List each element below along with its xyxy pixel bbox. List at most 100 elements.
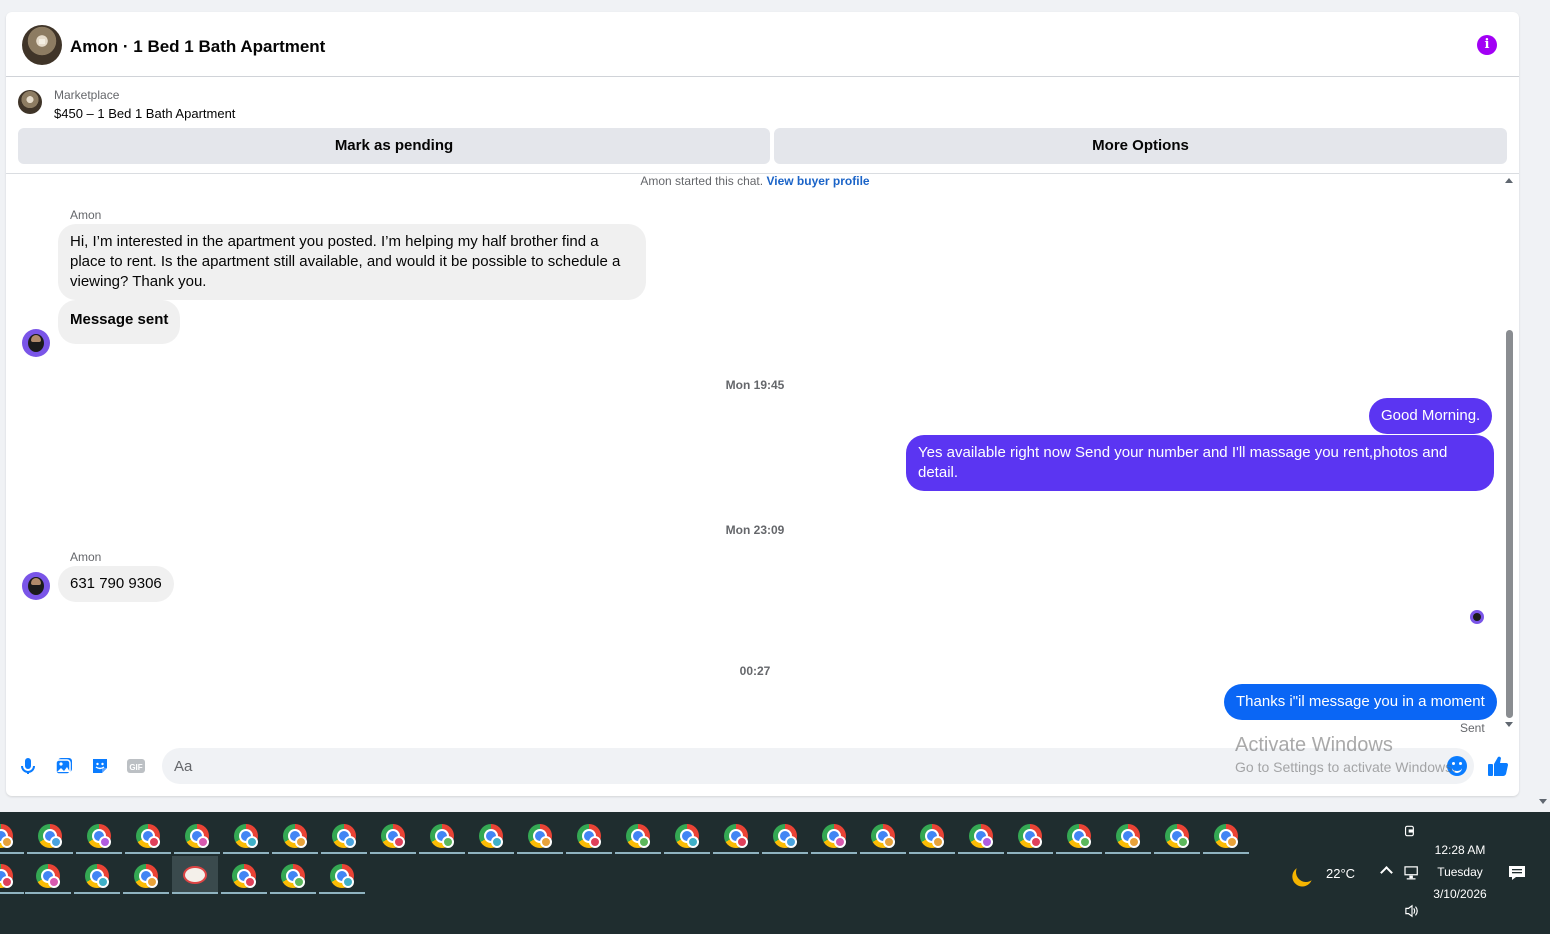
- profile-badge-icon: [148, 836, 160, 848]
- taskbar-app-chrome[interactable]: [909, 816, 955, 854]
- chat-header: Amon · 1 Bed 1 Bath Apartment i: [6, 12, 1519, 77]
- profile-badge-icon: [293, 876, 305, 888]
- profile-badge-icon: [540, 836, 552, 848]
- outgoing-message[interactable]: Yes available right now Send your number…: [906, 435, 1494, 491]
- taskbar-app-chrome[interactable]: [762, 816, 808, 854]
- profile-badge-icon: [1030, 836, 1042, 848]
- photo-icon[interactable]: [54, 756, 74, 776]
- windows-taskbar: 22°C 12:28 AM Tuesday 3/10/2026: [0, 812, 1550, 934]
- moon-icon[interactable]: [1293, 859, 1319, 885]
- timestamp: Mon 19:45: [725, 378, 785, 392]
- message-composer: GIF: [6, 748, 1519, 784]
- profile-badge-icon: [393, 836, 405, 848]
- info-icon[interactable]: i: [1477, 35, 1497, 55]
- taskbar-app-chrome[interactable]: [74, 856, 120, 894]
- taskbar-app-chrome[interactable]: [713, 816, 759, 854]
- thread-scrollbar[interactable]: [1503, 178, 1515, 733]
- taskbar-app-chrome[interactable]: [25, 856, 71, 894]
- taskbar-app-chrome[interactable]: [270, 856, 316, 894]
- profile-badge-icon: [1079, 836, 1091, 848]
- volume-icon[interactable]: [1403, 904, 1421, 918]
- taskbar-app-chrome[interactable]: [0, 856, 24, 894]
- outgoing-message[interactable]: Thanks i"il message you in a moment: [1224, 684, 1497, 720]
- taskbar-app-chrome[interactable]: [517, 816, 563, 854]
- taskbar-app-chrome[interactable]: [0, 816, 24, 854]
- gif-icon[interactable]: GIF: [126, 756, 146, 776]
- taskbar-app-paint[interactable]: [172, 856, 218, 894]
- view-buyer-profile-link[interactable]: View buyer profile: [766, 174, 869, 188]
- taskbar-app-chrome[interactable]: [221, 856, 267, 894]
- taskbar-app-chrome[interactable]: [566, 816, 612, 854]
- scroll-down-arrow[interactable]: [1505, 722, 1513, 727]
- taskbar-app-chrome[interactable]: [1203, 816, 1249, 854]
- listing-avatar[interactable]: [22, 25, 62, 65]
- show-hidden-icons-chevron-icon[interactable]: [1380, 866, 1393, 879]
- scrollbar-thumb[interactable]: [1506, 330, 1513, 718]
- taskbar-app-chrome[interactable]: [664, 816, 710, 854]
- notifications-icon[interactable]: [1508, 865, 1526, 881]
- marketplace-listing: Marketplace $450 – 1 Bed 1 Bath Apartmen…: [6, 78, 1519, 174]
- taskbar-app-chrome[interactable]: [958, 816, 1004, 854]
- taskbar-app-chrome[interactable]: [1056, 816, 1102, 854]
- incoming-message[interactable]: Message sent: [58, 300, 181, 344]
- clock-time[interactable]: 12:28 AM: [1420, 843, 1500, 857]
- emoji-icon[interactable]: [1447, 756, 1467, 776]
- taskbar-app-chrome[interactable]: [419, 816, 465, 854]
- taskbar-app-chrome[interactable]: [811, 816, 857, 854]
- gif-label: GIF: [129, 763, 142, 772]
- scroll-up-arrow[interactable]: [1505, 178, 1513, 183]
- profile-badge-icon: [99, 836, 111, 848]
- profile-badge-icon: [981, 836, 993, 848]
- profile-badge-icon: [736, 836, 748, 848]
- taskbar-app-chrome[interactable]: [321, 816, 367, 854]
- profile-badge-icon: [785, 836, 797, 848]
- weather-temperature[interactable]: 22°C: [1326, 866, 1355, 881]
- marketplace-label: Marketplace: [54, 88, 120, 102]
- mark-as-pending-button[interactable]: Mark as pending: [18, 128, 770, 164]
- incoming-message[interactable]: 631 790 9306: [58, 566, 174, 602]
- more-options-button[interactable]: More Options: [774, 128, 1507, 164]
- profile-badge-icon: [834, 836, 846, 848]
- taskbar-app-chrome[interactable]: [125, 816, 171, 854]
- taskbar-app-chrome[interactable]: [174, 816, 220, 854]
- network-icon[interactable]: [1404, 866, 1420, 880]
- like-icon[interactable]: [1486, 754, 1510, 778]
- profile-badge-icon: [146, 876, 158, 888]
- profile-badge-icon: [1177, 836, 1189, 848]
- microphone-icon[interactable]: [18, 756, 38, 776]
- taskbar-app-chrome[interactable]: [1105, 816, 1151, 854]
- sender-avatar[interactable]: [22, 329, 50, 357]
- profile-badge-icon: [1, 876, 13, 888]
- profile-badge-icon: [687, 836, 699, 848]
- taskbar-app-chrome[interactable]: [615, 816, 661, 854]
- listing-name[interactable]: $450 – 1 Bed 1 Bath Apartment: [54, 106, 235, 121]
- message-input[interactable]: [162, 748, 1474, 784]
- clock-day[interactable]: Tuesday: [1420, 865, 1500, 879]
- profile-badge-icon: [1128, 836, 1140, 848]
- taskbar-app-chrome[interactable]: [319, 856, 365, 894]
- page-scroll-down-arrow[interactable]: [1539, 799, 1547, 804]
- profile-badge-icon: [491, 836, 503, 848]
- taskbar-app-chrome[interactable]: [1154, 816, 1200, 854]
- taskbar-app-chrome[interactable]: [123, 856, 169, 894]
- meet-now-icon[interactable]: [1404, 824, 1418, 838]
- taskbar-app-chrome[interactable]: [1007, 816, 1053, 854]
- chat-title[interactable]: Amon · 1 Bed 1 Bath Apartment: [70, 37, 325, 57]
- taskbar-app-chrome[interactable]: [370, 816, 416, 854]
- incoming-message[interactable]: Hi, I’m interested in the apartment you …: [58, 224, 646, 300]
- outgoing-message[interactable]: Good Morning.: [1369, 398, 1493, 434]
- taskbar-app-chrome[interactable]: [223, 816, 269, 854]
- clock-date[interactable]: 3/10/2026: [1420, 887, 1500, 901]
- taskbar-app-chrome[interactable]: [272, 816, 318, 854]
- profile-badge-icon: [50, 836, 62, 848]
- profile-badge-icon: [932, 836, 944, 848]
- sender-name: Amon: [70, 550, 102, 564]
- taskbar-app-chrome[interactable]: [860, 816, 906, 854]
- taskbar-app-chrome[interactable]: [76, 816, 122, 854]
- sender-avatar[interactable]: [22, 572, 50, 600]
- listing-thumbnail[interactable]: [18, 90, 42, 114]
- taskbar-app-chrome[interactable]: [27, 816, 73, 854]
- sticker-icon[interactable]: [90, 756, 110, 776]
- profile-badge-icon: [1226, 836, 1238, 848]
- taskbar-app-chrome[interactable]: [468, 816, 514, 854]
